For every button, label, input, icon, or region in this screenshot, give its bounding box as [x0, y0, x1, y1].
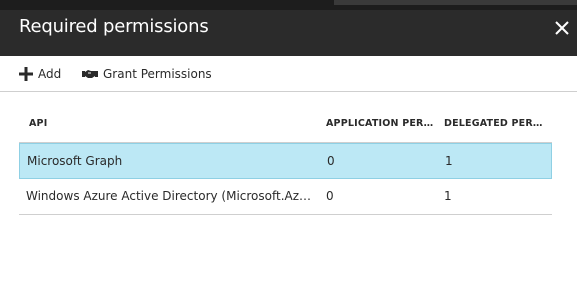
grant-permissions-label: Grant Permissions	[103, 67, 212, 81]
blade-title: Required permissions	[19, 16, 209, 37]
permissions-table: API APPLICATION PERMISSIONS DELEGATED PE…	[19, 104, 552, 215]
column-header-delegated-permissions[interactable]: DELEGATED PERMISSIONS	[444, 118, 548, 129]
table-row[interactable]: Windows Azure Active Directory (Microsof…	[19, 179, 552, 215]
column-header-api[interactable]: API	[29, 118, 319, 129]
add-button[interactable]: Add	[19, 66, 61, 82]
top-strip-accent	[334, 0, 577, 5]
cell-delegated-permissions: 1	[445, 154, 453, 168]
close-icon	[555, 21, 569, 35]
handshake-icon	[82, 70, 98, 78]
plus-icon	[19, 67, 33, 81]
grant-permissions-button[interactable]: Grant Permissions	[82, 66, 212, 82]
cell-application-permissions: 0	[326, 189, 334, 203]
close-button[interactable]	[550, 16, 574, 40]
cell-api: Microsoft Graph	[27, 154, 123, 168]
cell-application-permissions: 0	[327, 154, 335, 168]
command-bar: Add Grant Permissions	[0, 56, 577, 92]
column-header-application-permissions[interactable]: APPLICATION PERMISSIONS	[326, 118, 436, 129]
blade-header: Required permissions	[0, 10, 577, 56]
add-button-label: Add	[38, 67, 62, 81]
cell-delegated-permissions: 1	[444, 189, 452, 203]
table-row[interactable]: Microsoft Graph 0 1	[19, 143, 552, 179]
table-header: API APPLICATION PERMISSIONS DELEGATED PE…	[19, 104, 552, 143]
cell-api: Windows Azure Active Directory (Microsof…	[26, 189, 316, 203]
